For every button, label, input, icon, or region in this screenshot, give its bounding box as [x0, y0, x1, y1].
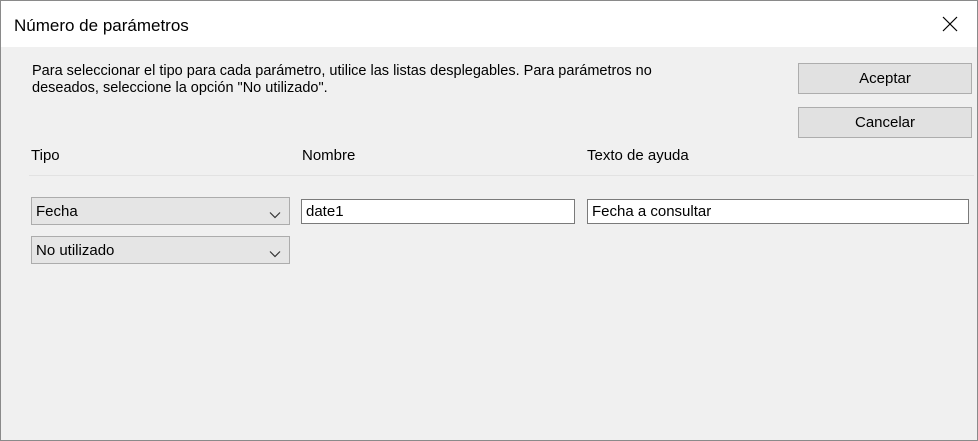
parameter-2-type-value: No utilizado — [36, 242, 115, 259]
instructions-text: Para seleccionar el tipo para cada parám… — [32, 63, 652, 96]
parameter-1-name-input[interactable]: date1 — [301, 199, 575, 224]
parameter-1-type-value: Fecha — [36, 203, 78, 220]
header-separator — [29, 175, 974, 176]
window-title: Número de parámetros — [14, 16, 189, 35]
parameters-dialog: Número de parámetros Para seleccionar el… — [0, 0, 978, 441]
column-header-type: Tipo — [31, 147, 60, 164]
title-bar: Número de parámetros — [1, 1, 977, 47]
chevron-down-icon — [269, 206, 281, 224]
cancel-button[interactable]: Cancelar — [798, 107, 972, 138]
parameter-2-type-select[interactable]: No utilizado — [31, 236, 290, 264]
column-header-help-text: Texto de ayuda — [587, 147, 689, 164]
parameter-1-help-text-input[interactable]: Fecha a consultar — [587, 199, 969, 224]
close-icon — [942, 16, 958, 32]
chevron-down-icon — [269, 245, 281, 263]
parameter-1-type-select[interactable]: Fecha — [31, 197, 290, 225]
close-button[interactable] — [923, 1, 977, 47]
column-header-name: Nombre — [302, 147, 356, 164]
accept-button[interactable]: Aceptar — [798, 63, 972, 94]
